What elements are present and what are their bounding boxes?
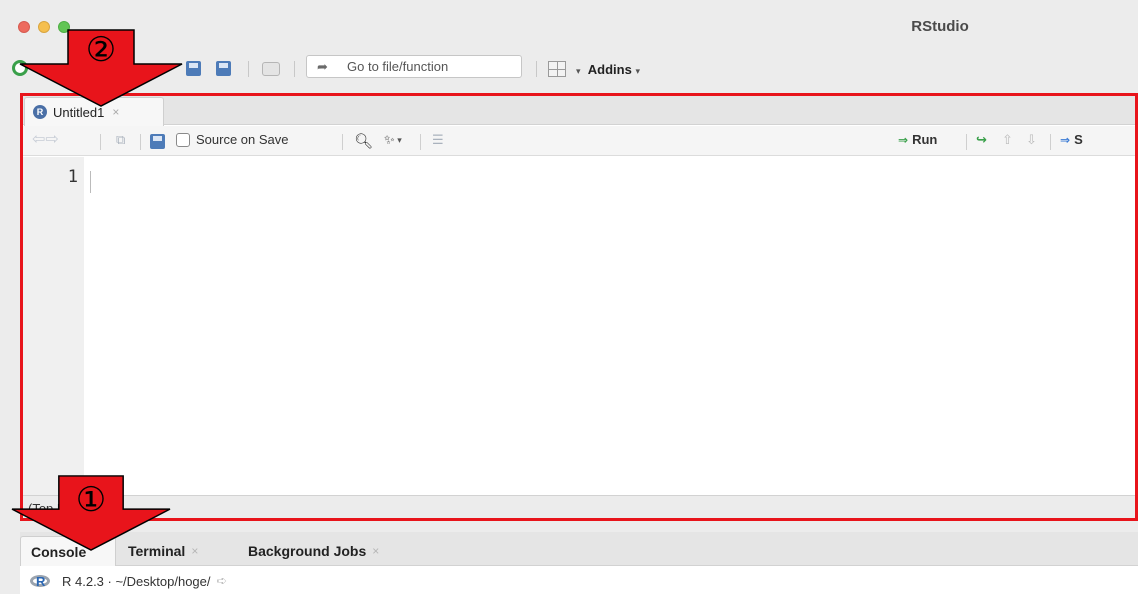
toolbar-divider: [966, 134, 967, 150]
console-tab-bar: Console Terminal × Background Jobs ×: [20, 532, 1138, 566]
source-button[interactable]: ⇒ S: [1060, 132, 1083, 147]
rstudio-window: RStudio ▾ ▾ ▾ Addins ▾ ➦ Go to file/func…: [0, 0, 1138, 594]
source-label: S: [1074, 132, 1083, 147]
go-to-file-function-input[interactable]: ➦ Go to file/function: [306, 55, 522, 78]
go-to-directory-icon[interactable]: ➪: [217, 573, 228, 589]
close-icon[interactable]: ×: [372, 544, 379, 558]
save-icon[interactable]: [150, 134, 165, 149]
run-arrow-icon: ⇒: [898, 132, 909, 147]
save-all-icon[interactable]: [216, 61, 231, 76]
toolbar-divider: [420, 134, 421, 150]
code-editor[interactable]: [84, 157, 1138, 495]
editor-toolbar: ⇦⇨ ⧉ Source on Save 🔍︎ ✨︎ ▾ ☰ ⇒ Run ↪ ⇧ …: [20, 126, 1138, 156]
editor-tab-bar: R Untitled1 ×: [20, 93, 1138, 126]
annotation-arrow-1: ①: [6, 474, 176, 552]
chevron-down-icon: ▾: [394, 134, 402, 145]
toolbar-divider: [342, 134, 343, 150]
print-icon[interactable]: [262, 62, 280, 76]
source-editor-pane: R Untitled1 × ⇦⇨ ⧉ Source on Save 🔍︎ ✨︎ …: [20, 93, 1138, 521]
toolbar-divider: [100, 134, 101, 150]
pane-layout-icon[interactable]: [548, 61, 566, 77]
back-forward-arrows-icon[interactable]: ⇦⇨: [32, 129, 59, 149]
toolbar-divider: [1050, 134, 1051, 150]
save-icon[interactable]: [186, 61, 201, 76]
window-title: RStudio: [911, 18, 969, 35]
go-up-icon[interactable]: ⇧: [1002, 132, 1013, 148]
source-on-save-checkbox[interactable]: Source on Save: [176, 132, 289, 147]
text-cursor: [90, 171, 91, 193]
checkbox-box: [176, 132, 190, 147]
annotation-arrow-2: ②: [16, 28, 186, 108]
close-icon[interactable]: ×: [191, 544, 198, 558]
compile-report-icon[interactable]: ☰: [432, 132, 444, 148]
console-pane: Console Terminal × Background Jobs × R R 4…: [20, 532, 1138, 594]
addins-menu[interactable]: ▾ Addins ▾: [576, 62, 640, 77]
show-in-window-icon[interactable]: ⧉: [116, 132, 125, 148]
run-label: Run: [912, 132, 938, 147]
go-down-icon[interactable]: ⇩: [1026, 132, 1037, 148]
tab-label: Background Jobs: [248, 543, 367, 559]
line-number-gutter: 1: [20, 157, 84, 495]
annotation-label: ②: [85, 30, 117, 70]
code-tools-wand-icon[interactable]: ✨︎ ▾: [384, 132, 402, 148]
console-working-directory: R R 4.2.3 · ~/Desktop/hoge/ ➪: [20, 568, 227, 594]
chevron-down-icon: ▾: [635, 66, 640, 76]
toolbar-divider: [140, 134, 141, 150]
go-to-placeholder: Go to file/function: [347, 59, 449, 74]
rerun-icon[interactable]: ↪: [976, 132, 987, 148]
toolbar-divider: [536, 61, 537, 77]
run-button[interactable]: ⇒ Run: [898, 132, 937, 147]
r-logo-icon: R: [30, 574, 50, 589]
source-arrow-icon: ⇒: [1060, 132, 1071, 147]
toolbar-divider: [294, 61, 295, 77]
editor-status-bar: (Top Level) ⇕: [20, 495, 1138, 519]
annotation-label: ①: [75, 480, 107, 520]
go-to-arrow-icon: ➦: [317, 58, 328, 74]
tab-background-jobs[interactable]: Background Jobs ×: [238, 536, 389, 566]
chevron-down-icon: ▾: [576, 66, 581, 76]
toolbar-divider: [248, 61, 249, 77]
r-version-path: R 4.2.3 · ~/Desktop/hoge/: [62, 573, 211, 589]
search-icon[interactable]: 🔍︎: [354, 132, 373, 150]
addins-label: Addins: [587, 62, 632, 77]
source-on-save-label: Source on Save: [196, 132, 289, 147]
line-number: 1: [67, 167, 78, 187]
